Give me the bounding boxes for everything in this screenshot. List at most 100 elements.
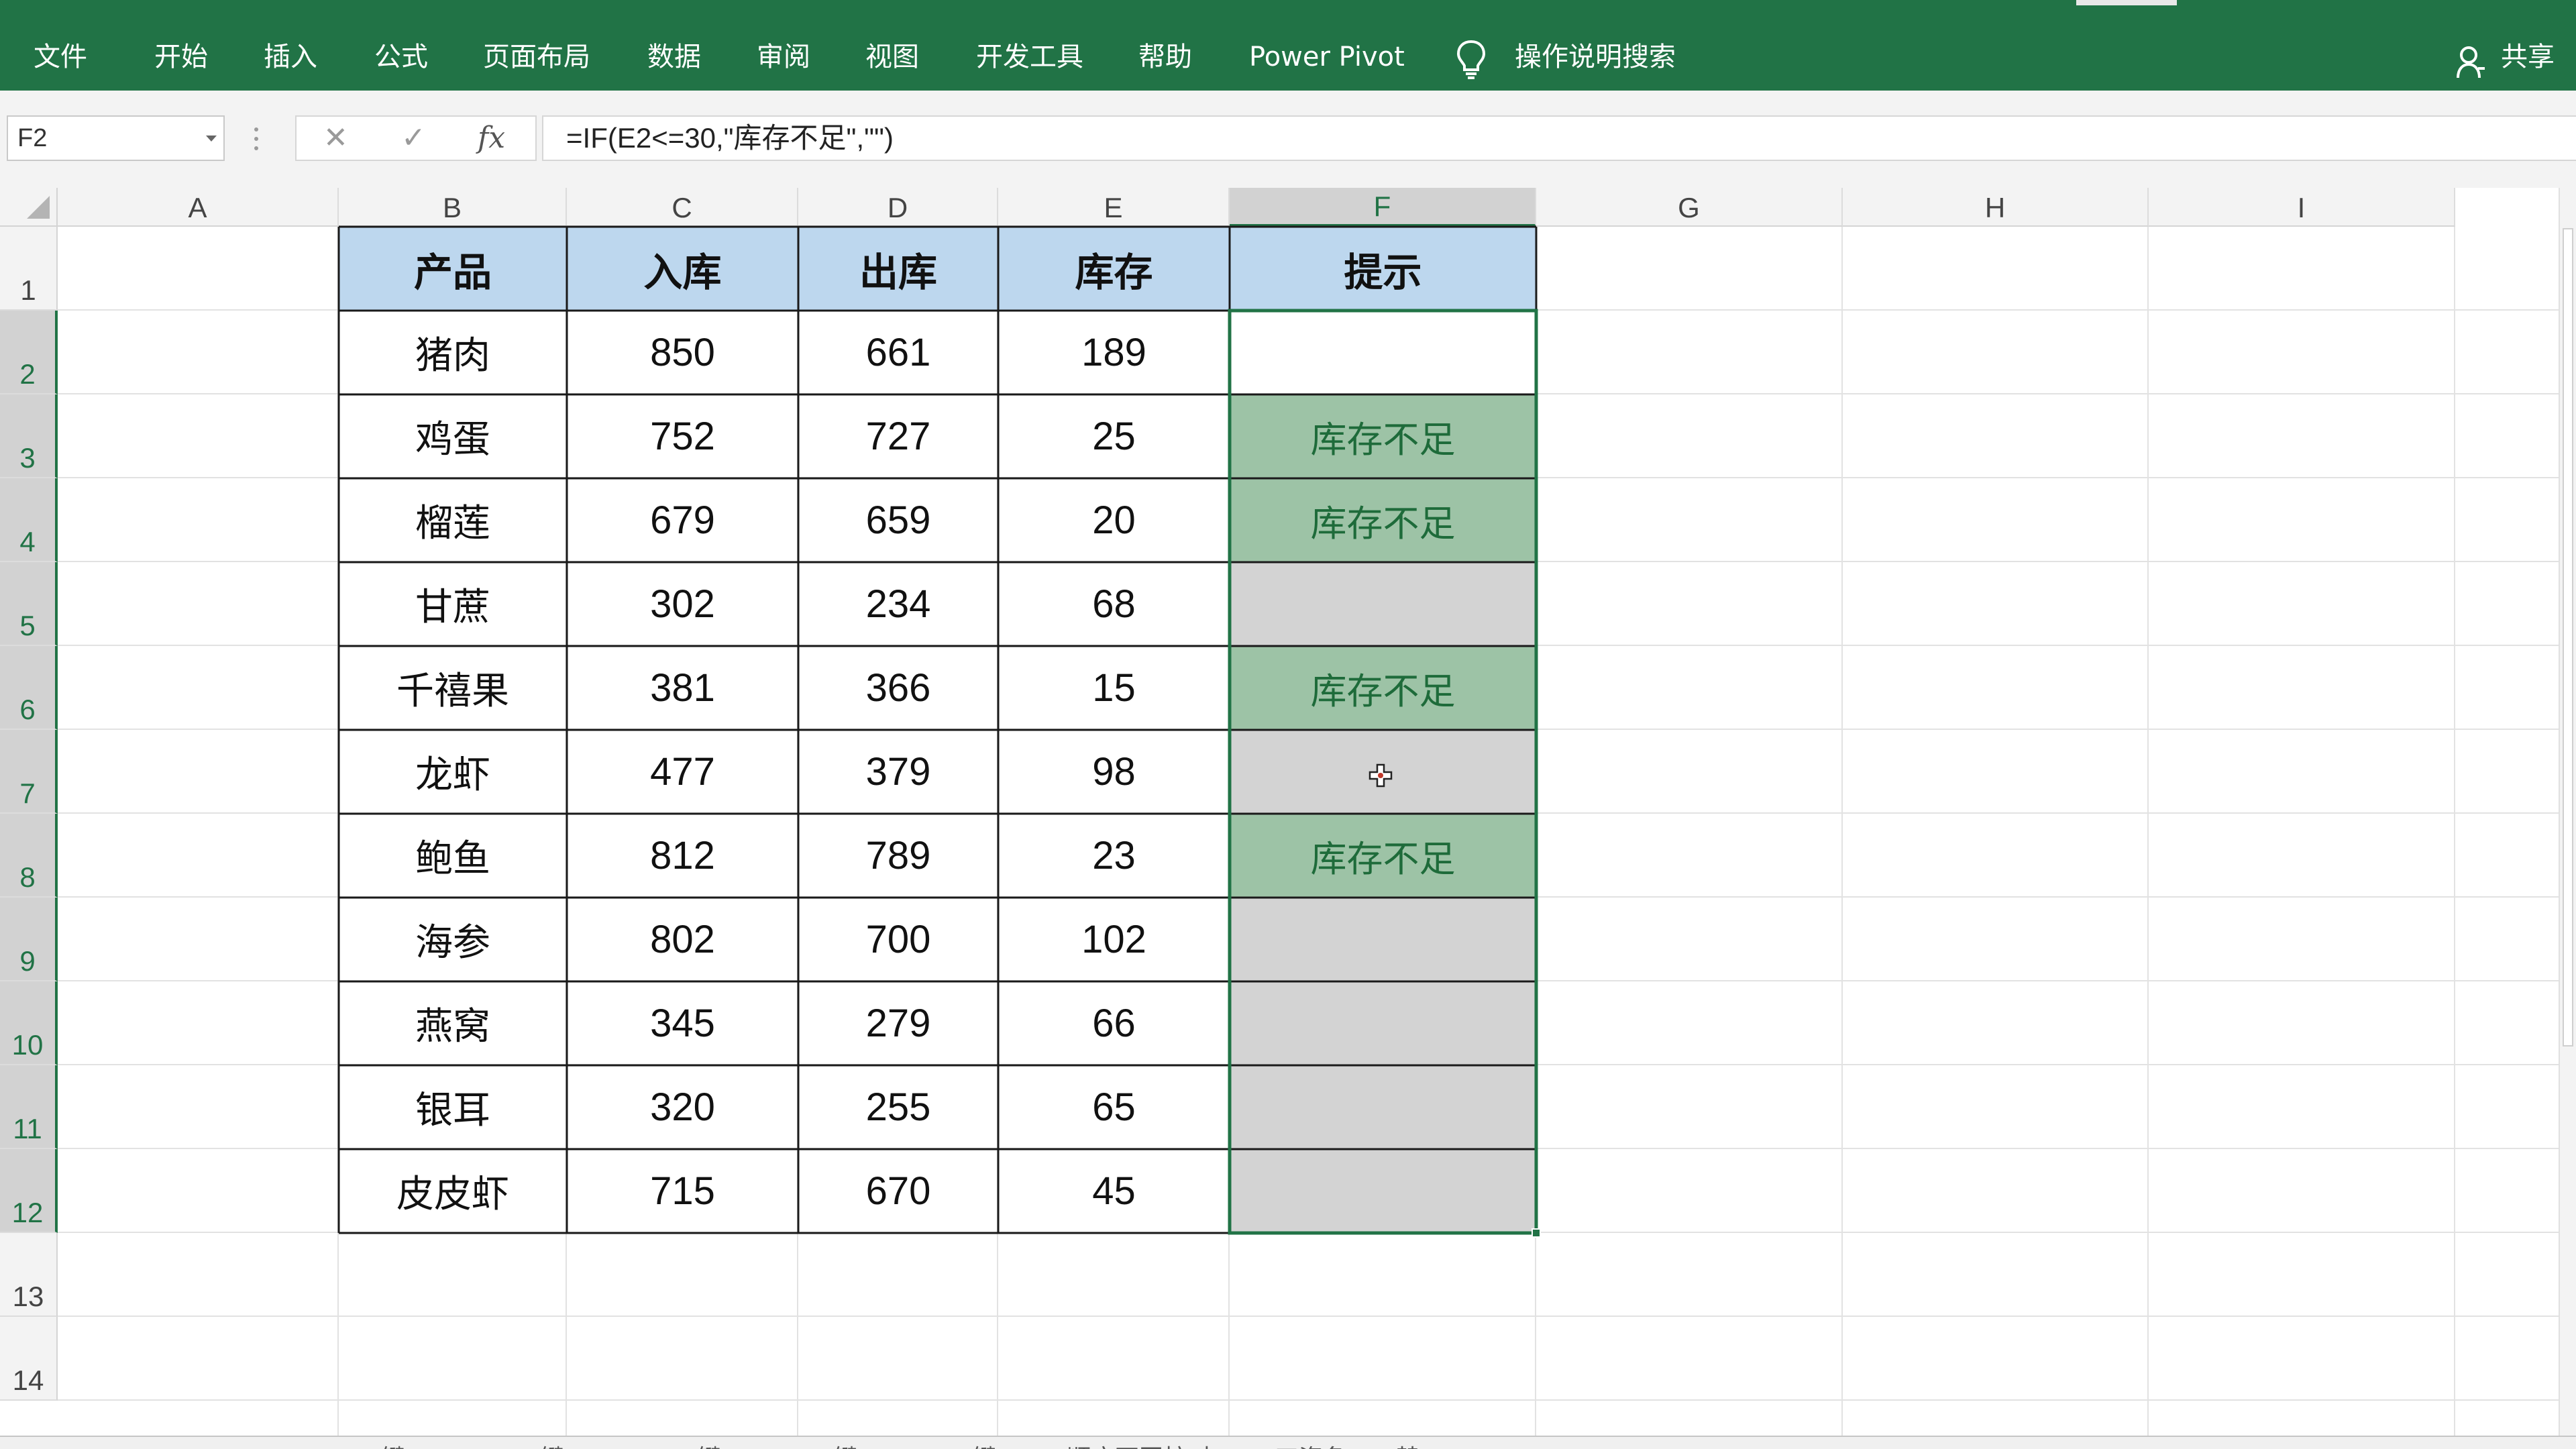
table-cell-out[interactable]: 279 (798, 981, 998, 1065)
table-cell-stock[interactable]: 20 (998, 478, 1230, 562)
sheet-tab[interactable]: CTRL键1 (319, 1437, 419, 1449)
table-cell-out[interactable]: 661 (798, 311, 998, 394)
table-cell-in[interactable]: 302 (567, 562, 798, 646)
row-header-2[interactable]: 2 (0, 311, 58, 394)
hint-cell[interactable] (1230, 311, 1536, 394)
row-header-7[interactable]: 7 (0, 730, 58, 814)
column-header-h[interactable]: H (1843, 188, 2149, 227)
row-header-4[interactable]: 4 (0, 478, 58, 562)
formula-input[interactable]: =IF(E2<=30,"库存不足","") (542, 115, 2576, 161)
table-cell-product[interactable]: 鸡蛋 (339, 394, 567, 478)
table-cell-product[interactable]: 海参 (339, 898, 567, 981)
table-cell-in[interactable]: 812 (567, 814, 798, 898)
table-header-cell[interactable]: 入库 (567, 227, 798, 311)
name-box-dropdown-icon[interactable] (206, 136, 217, 142)
name-box[interactable]: F2 (7, 115, 225, 161)
sheet-tab[interactable]: Sheet1 (181, 1437, 258, 1449)
table-header-cell[interactable]: 产品 (339, 227, 567, 311)
stock-warning-cell[interactable]: 库存不足 (1230, 478, 1536, 562)
select-all-button[interactable] (0, 188, 58, 227)
table-cell-out[interactable]: 234 (798, 562, 998, 646)
table-cell-product[interactable]: 千禧果 (339, 646, 567, 730)
table-cell-product[interactable]: 猪肉 (339, 311, 567, 394)
table-cell-stock[interactable]: 66 (998, 981, 1230, 1065)
enter-icon[interactable]: ✓ (401, 117, 426, 160)
hint-cell[interactable] (1230, 981, 1536, 1065)
table-cell-in[interactable]: 752 (567, 394, 798, 478)
table-cell-product[interactable]: 燕窝 (339, 981, 567, 1065)
table-cell-stock[interactable]: 15 (998, 646, 1230, 730)
table-cell-stock[interactable]: 68 (998, 562, 1230, 646)
sheet-tab[interactable]: CTRL键3 (635, 1437, 735, 1449)
table-cell-stock[interactable]: 45 (998, 1149, 1230, 1233)
hint-cell[interactable] (1230, 562, 1536, 646)
worksheet-grid[interactable]: ABCDEFGHI 1 2 3 4 5 6 7 8 9 10 11 12 13 14 产品 入库 出库 库存 提示… (0, 188, 2576, 1436)
row-header-14[interactable]: 14 (0, 1317, 58, 1401)
sheet-tab[interactable]: 工资条 (1275, 1437, 1347, 1449)
table-cell-in[interactable]: 802 (567, 898, 798, 981)
column-header-i[interactable]: I (2149, 188, 2455, 227)
table-cell-product[interactable]: 银耳 (339, 1065, 567, 1149)
column-header-f[interactable]: F (1230, 188, 1536, 227)
table-cell-out[interactable]: 727 (798, 394, 998, 478)
hint-cell[interactable] (1230, 1065, 1536, 1149)
table-cell-product[interactable]: 龙虾 (339, 730, 567, 814)
table-cell-out[interactable]: 255 (798, 1065, 998, 1149)
table-cell-stock[interactable]: 23 (998, 814, 1230, 898)
table-header-cell[interactable]: 出库 (798, 227, 998, 311)
cancel-icon[interactable]: ✕ (323, 117, 348, 160)
stock-warning-cell[interactable]: 库存不足 (1230, 646, 1536, 730)
column-header-d[interactable]: D (798, 188, 998, 227)
vertical-scrollbar[interactable] (2559, 188, 2576, 1436)
table-cell-in[interactable]: 345 (567, 981, 798, 1065)
hint-cell[interactable] (1230, 1149, 1536, 1233)
row-header-11[interactable]: 11 (0, 1065, 58, 1149)
row-header-5[interactable]: 5 (0, 562, 58, 646)
column-header-a[interactable]: A (58, 188, 339, 227)
share-user-icon[interactable] (2455, 44, 2486, 79)
row-header-10[interactable]: 10 (0, 981, 58, 1065)
table-cell-in[interactable]: 715 (567, 1149, 798, 1233)
row-header-3[interactable]: 3 (0, 394, 58, 478)
column-header-e[interactable]: E (998, 188, 1230, 227)
sheet-tab[interactable]: ALT键1 (792, 1437, 871, 1449)
row-header-13[interactable]: 13 (0, 1233, 58, 1317)
stock-warning-cell[interactable]: 库存不足 (1230, 394, 1536, 478)
table-cell-out[interactable]: 659 (798, 478, 998, 562)
row-header-6[interactable]: 6 (0, 646, 58, 730)
table-cell-out[interactable]: 789 (798, 814, 998, 898)
table-cell-product[interactable]: 鲍鱼 (339, 814, 567, 898)
column-header-c[interactable]: C (567, 188, 798, 227)
table-cell-in[interactable]: 320 (567, 1065, 798, 1149)
hint-cell[interactable] (1230, 898, 1536, 981)
sheet-tab[interactable]: CTRL键2 (478, 1437, 578, 1449)
table-cell-product[interactable]: 榴莲 (339, 478, 567, 562)
table-cell-in[interactable]: 679 (567, 478, 798, 562)
table-header-cell[interactable]: 库存 (998, 227, 1230, 311)
stock-warning-cell[interactable]: 库存不足 (1230, 814, 1536, 898)
formula-bar-grip-icon[interactable] (254, 125, 259, 152)
table-cell-product[interactable]: 皮皮虾 (339, 1149, 567, 1233)
column-header-b[interactable]: B (339, 188, 567, 227)
table-cell-stock[interactable]: 65 (998, 1065, 1230, 1149)
table-cell-stock[interactable]: 102 (998, 898, 1230, 981)
table-cell-product[interactable]: 甘蔗 (339, 562, 567, 646)
sheet-tab[interactable]: 替 (1395, 1437, 1419, 1449)
table-cell-stock[interactable]: 189 (998, 311, 1230, 394)
table-cell-in[interactable]: 381 (567, 646, 798, 730)
table-cell-out[interactable]: 366 (798, 646, 998, 730)
table-cell-in[interactable]: 850 (567, 311, 798, 394)
table-cell-out[interactable]: 700 (798, 898, 998, 981)
row-header-9[interactable]: 9 (0, 898, 58, 981)
column-header-g[interactable]: G (1536, 188, 1843, 227)
table-cell-stock[interactable]: 25 (998, 394, 1230, 478)
insert-function-icon[interactable]: fx (478, 117, 505, 160)
table-header-cell[interactable]: 提示 (1230, 227, 1536, 311)
sheet-tab[interactable]: 顺序不同核对 (1067, 1437, 1212, 1449)
row-header-1[interactable]: 1 (0, 227, 58, 311)
table-cell-out[interactable]: 670 (798, 1149, 998, 1233)
row-header-8[interactable]: 8 (0, 814, 58, 898)
row-header-12[interactable]: 12 (0, 1149, 58, 1233)
table-cell-in[interactable]: 477 (567, 730, 798, 814)
sheet-tab[interactable]: ALT键2 (930, 1437, 1010, 1449)
